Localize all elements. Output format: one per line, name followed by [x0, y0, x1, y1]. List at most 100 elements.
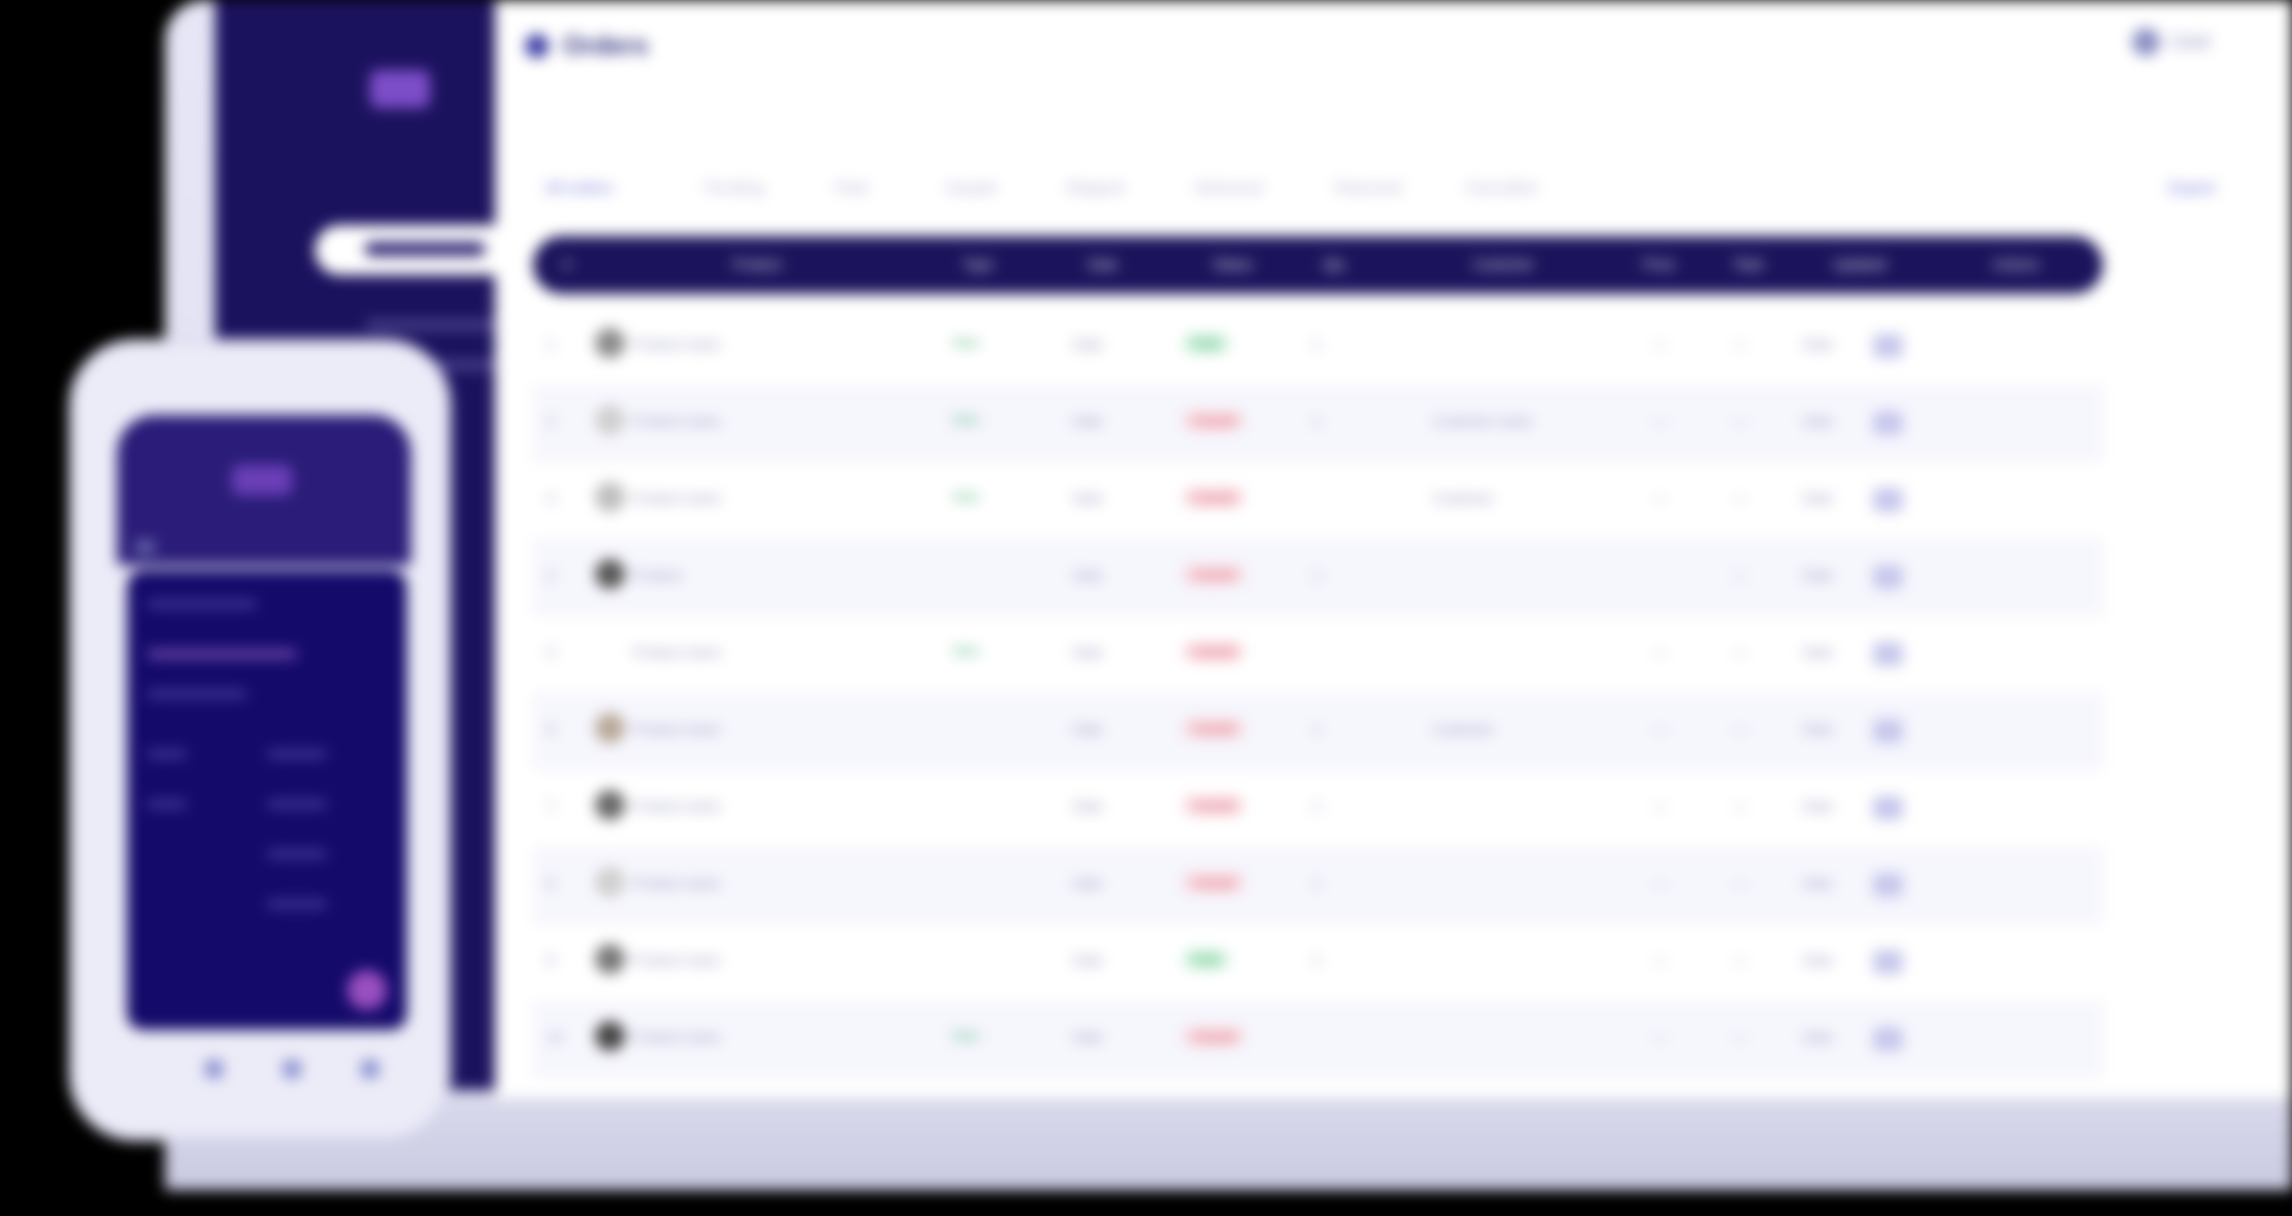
- edit-icon[interactable]: [1873, 796, 1903, 820]
- qty-cell: 1: [1313, 875, 1321, 891]
- mobile-card-line: [267, 900, 327, 908]
- updated-cell: Date: [1803, 413, 1833, 429]
- table-row[interactable]: 10 Product name Date — — Date New Unpaid: [533, 1001, 2103, 1078]
- home-icon[interactable]: [205, 1060, 223, 1078]
- list-icon[interactable]: [283, 1060, 301, 1078]
- status-badge: Unpaid: [1183, 642, 1245, 661]
- column-header[interactable]: Status: [1213, 256, 1253, 272]
- price-cell: —: [1653, 413, 1667, 429]
- product-thumbnail: [595, 559, 625, 589]
- status-badge: Paid: [1183, 950, 1230, 969]
- table-row[interactable]: 4 Product Date 1 — Date Unpaid: [533, 539, 2103, 616]
- tab-returned[interactable]: Returned: [1335, 180, 1401, 198]
- tab-pending[interactable]: Pending: [705, 180, 764, 198]
- date-cell: Date: [1073, 798, 1103, 814]
- date-cell: Date: [1073, 336, 1103, 352]
- product-name: Product name: [633, 490, 721, 506]
- table-header: # Product Type Date Status Qty Customer …: [533, 236, 2103, 294]
- row-number: 4: [547, 567, 555, 583]
- product-name: Product: [633, 567, 682, 583]
- tab-delivered[interactable]: Delivered: [1195, 180, 1263, 198]
- type-tag: New: [953, 643, 980, 658]
- table-row[interactable]: 6 Product name Date 1 Customer — — Date Unpaid: [533, 693, 2103, 770]
- export-button[interactable]: Export: [2169, 180, 2215, 198]
- total-cell: —: [1733, 798, 1747, 814]
- updated-cell: Date: [1803, 490, 1833, 506]
- edit-icon[interactable]: [1873, 334, 1903, 358]
- product-name: Product name: [633, 336, 721, 352]
- edit-icon[interactable]: [1873, 565, 1903, 589]
- qty-cell: 1: [1313, 721, 1321, 737]
- total-cell: —: [1733, 567, 1747, 583]
- date-cell: Date: [1073, 490, 1103, 506]
- product-name: Product name: [633, 644, 721, 660]
- price-cell: —: [1653, 336, 1667, 352]
- total-cell: —: [1733, 721, 1747, 737]
- date-cell: Date: [1073, 567, 1103, 583]
- sidebar-item[interactable]: [365, 320, 515, 330]
- column-header[interactable]: Qty: [1323, 256, 1345, 272]
- date-cell: Date: [1073, 952, 1103, 968]
- tab-cancelled[interactable]: Cancelled: [1465, 180, 1536, 198]
- sidebar-item-label: [365, 242, 485, 256]
- column-header[interactable]: Product: [733, 256, 781, 272]
- tab-all[interactable]: All orders: [545, 180, 613, 198]
- tab-unpaid[interactable]: Unpaid: [945, 180, 996, 198]
- edit-icon[interactable]: [1873, 411, 1903, 435]
- column-header[interactable]: Customer: [1473, 256, 1534, 272]
- tab-shipped[interactable]: Shipped: [1065, 180, 1124, 198]
- table-row[interactable]: 2 Product name Date 1 Customer name — — Date New…: [533, 385, 2103, 462]
- brand-logo-icon: [232, 465, 292, 495]
- mobile-card[interactable]: [127, 570, 407, 1030]
- mobile-header: [117, 415, 411, 565]
- qty-cell: 1: [1313, 567, 1321, 583]
- total-cell: —: [1733, 644, 1747, 660]
- row-number: 7: [547, 798, 555, 814]
- edit-icon[interactable]: [1873, 950, 1903, 974]
- profile-icon[interactable]: [361, 1060, 379, 1078]
- column-header[interactable]: Actions: [1993, 256, 2039, 272]
- brand-logo-icon[interactable]: [370, 70, 430, 108]
- column-header[interactable]: Date: [1088, 256, 1118, 272]
- column-header[interactable]: #: [563, 256, 571, 272]
- column-header[interactable]: Updated: [1833, 256, 1886, 272]
- edit-icon[interactable]: [1873, 642, 1903, 666]
- column-header[interactable]: Price: [1643, 256, 1675, 272]
- tab-paid[interactable]: Paid: [835, 180, 867, 198]
- price-cell: —: [1653, 875, 1667, 891]
- table-row[interactable]: 1 Product name Date 1 — — Date New Paid: [533, 308, 2103, 385]
- total-cell: —: [1733, 336, 1747, 352]
- table-row[interactable]: 3 Product name Date Customer — — Date New Unpaid: [533, 462, 2103, 539]
- row-number: 1: [547, 336, 555, 352]
- table-row[interactable]: 5 Product name Date — — Date New Unpaid: [533, 616, 2103, 693]
- type-tag: New: [953, 1028, 980, 1043]
- table-row[interactable]: 8 Product name Date 1 — — Date Unpaid: [533, 847, 2103, 924]
- product-thumbnail: [595, 790, 625, 820]
- column-header[interactable]: Type: [963, 256, 993, 272]
- edit-icon[interactable]: [1873, 719, 1903, 743]
- qty-cell: 1: [1313, 336, 1321, 352]
- column-header[interactable]: Total: [1733, 256, 1763, 272]
- product-thumbnail: [595, 328, 625, 358]
- type-tag: New: [953, 412, 980, 427]
- product-thumbnail: [595, 867, 625, 897]
- date-cell: Date: [1073, 875, 1103, 891]
- edit-icon[interactable]: [1873, 488, 1903, 512]
- table-row[interactable]: 9 Product name Date 1 — — Date Paid: [533, 924, 2103, 1001]
- table-body: 1 Product name Date 1 — — Date New Paid 2 Product …: [533, 308, 2103, 1078]
- table-row[interactable]: 7 Product name Date 1 — — Date Unpaid: [533, 770, 2103, 847]
- filter-tabs: All orders Pending Paid Unpaid Shipped D…: [545, 180, 2225, 210]
- edit-icon[interactable]: [1873, 1027, 1903, 1051]
- main-content: Orders User All orders Pending Paid Unpa…: [495, 0, 2292, 1098]
- status-badge: Paid: [1183, 334, 1230, 353]
- edit-icon[interactable]: [1873, 873, 1903, 897]
- price-cell: —: [1653, 490, 1667, 506]
- add-icon[interactable]: [347, 970, 387, 1010]
- row-number: 9: [547, 952, 555, 968]
- avatar[interactable]: [2131, 28, 2160, 56]
- back-icon[interactable]: [135, 540, 155, 554]
- user-menu[interactable]: User: [2131, 28, 2212, 56]
- row-number: 6: [547, 721, 555, 737]
- type-tag: New: [953, 489, 980, 504]
- product-thumbnail: [595, 636, 625, 666]
